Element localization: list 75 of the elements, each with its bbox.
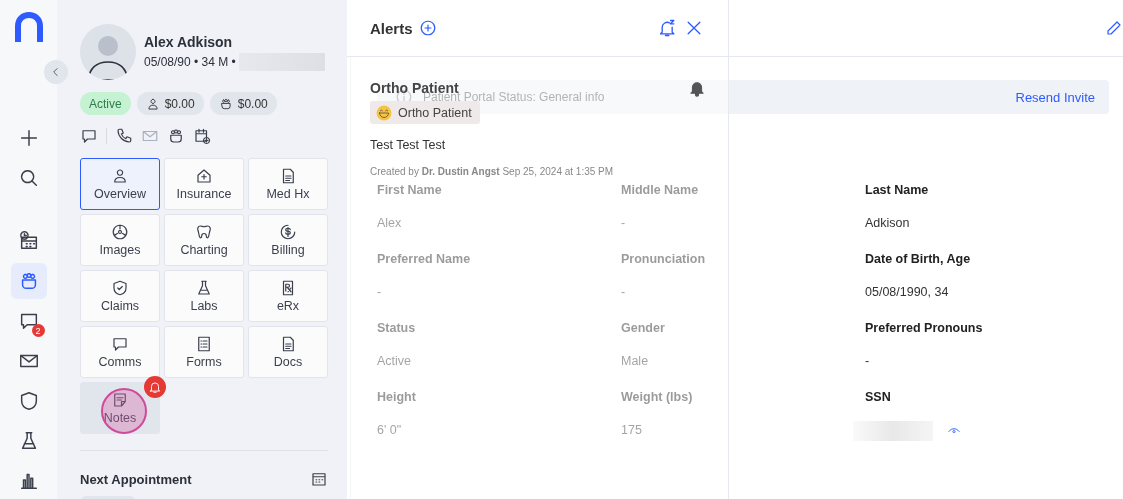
field-value: Alex [377,216,403,230]
field-value: - [621,285,627,299]
section-tile[interactable]: Charting [164,214,244,266]
alert-created-text: Created by Dr. Dustin Angst Sep 25, 2024 at 1:35 PM [370,165,615,177]
field-value: - [621,216,627,230]
field-label: Pronunciation [621,252,707,268]
nav-chat-bubble-button[interactable]: 2 [10,303,47,339]
balance-chip: $0.00 [136,92,204,115]
section-tile[interactable]: Comms [80,326,160,378]
field-label: Middle Name [621,183,700,199]
section-heading: Next Appointment [80,471,192,487]
field-label: Gender [621,321,666,337]
section-tile[interactable]: Med Hx [248,158,328,210]
people-icon [218,96,233,111]
edit-icon[interactable] [1105,19,1123,37]
section-tile[interactable]: Docs [248,326,328,378]
chat-bubble-icon[interactable] [80,127,98,145]
section-tile[interactable]: Notes [80,382,160,434]
house-plus-icon [195,167,213,185]
bell-icon[interactable] [688,79,706,97]
note-icon [111,391,129,409]
patient-info: 05/08/90 • 34 M • [144,54,236,69]
avatar-placeholder [80,24,136,80]
section-tile[interactable]: Billing [248,214,328,266]
add-icon[interactable] [418,19,437,37]
calendar-icon[interactable] [310,470,328,488]
section-tile[interactable]: Forms [164,326,244,378]
field-value: 175 [621,423,643,437]
section-tile[interactable]: Insurance [164,158,244,210]
field-value: Male [621,354,650,368]
field-label: Preferred Name [377,252,472,268]
dollar-cycle-icon [279,223,297,241]
field-label: Preferred Pronouns [865,321,984,337]
phone-icon[interactable] [115,127,133,145]
form-icon [195,335,213,353]
alert-tag: Ortho Patient [370,101,480,124]
section-tile[interactable]: eRx [248,270,328,322]
radiation-icon [111,223,129,241]
status-chip: Active [80,92,131,115]
field-label: Status [377,321,417,337]
field-label: Height [377,390,417,406]
field-label: Last Name [865,183,930,199]
field-label: First Name [377,183,443,199]
balance-chip: $0.00 [209,92,277,115]
calendar-plus-icon[interactable] [193,127,211,145]
grinning-face-icon [375,103,393,122]
person-icon [145,96,160,111]
nav-people-button[interactable] [10,263,47,299]
tooth-icon [195,223,213,241]
touch-indicator [101,388,147,434]
field-value: Adkison [865,216,911,230]
section-tile[interactable]: Overview [80,158,160,210]
section-tile[interactable]: Labs [164,270,244,322]
alert-note: Test Test Test [370,137,447,152]
field-label: SSN [865,390,892,406]
section-tile[interactable]: Images [80,214,160,266]
resend-invite-link[interactable]: Resend Invite [1015,89,1095,105]
field-label: Date of Birth, Age [865,252,972,268]
section-tile[interactable]: Claims [80,270,160,322]
calendar-clock-icon [17,230,40,252]
chat-bubble-icon [111,335,129,353]
people-icon[interactable] [167,127,185,145]
field-value: 05/08/1990, 34 [865,285,950,299]
field-value: - [865,354,871,368]
flask-icon [195,279,213,297]
field-value: - [377,285,383,299]
field-value: 6' 0" [377,423,403,437]
field-label: Weight (lbs) [621,390,694,406]
logo [14,12,43,42]
unread-count-badge: 2 [31,324,45,337]
panel-title: Alerts [370,19,413,37]
patient-name: Alex Adkison [144,33,234,50]
shield-check-icon [111,279,129,297]
field-value: Active [377,354,413,368]
person-icon [111,167,129,185]
